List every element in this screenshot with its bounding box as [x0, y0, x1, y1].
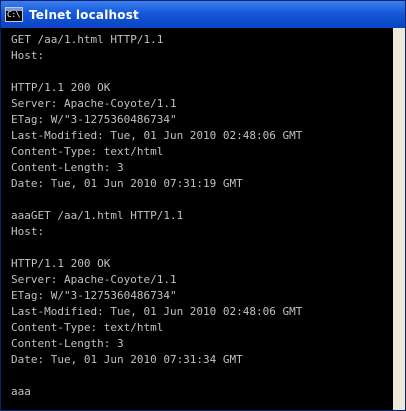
console-line: ETag: W/"3-1275360486734"	[11, 289, 177, 302]
console-line: Server: Apache-Coyote/1.1	[11, 273, 177, 286]
console-icon-label: C:\	[7, 10, 20, 19]
console-line: Last-Modified: Tue, 01 Jun 2010 02:48:06…	[11, 305, 303, 318]
console-line: Date: Tue, 01 Jun 2010 07:31:19 GMT	[11, 177, 243, 190]
console-line: Date: Tue, 01 Jun 2010 07:31:34 GMT	[11, 353, 243, 366]
console-line: aaa	[11, 385, 31, 398]
console-line: HTTP/1.1 200 OK	[11, 257, 111, 270]
console-line: Content-Length: 3	[11, 337, 124, 350]
console-line: aaaGET /aa/1.html HTTP/1.1	[11, 209, 184, 222]
window-title: Telnet localhost	[29, 7, 139, 22]
console-window-icon[interactable]: C:\	[5, 7, 23, 22]
vertical-scrollbar[interactable]	[393, 28, 405, 410]
console-line: HTTP/1.1 200 OK	[11, 81, 111, 94]
console-line: GET /aa/1.html HTTP/1.1	[11, 33, 164, 46]
console-line: Server: Apache-Coyote/1.1	[11, 97, 177, 110]
console-line: Host:	[11, 225, 45, 238]
console-line: Last-Modified: Tue, 01 Jun 2010 02:48:06…	[11, 129, 303, 142]
console-line: Host:	[11, 49, 45, 62]
console-line: Content-Type: text/html	[11, 145, 164, 158]
console-line: Content-Type: text/html	[11, 321, 164, 334]
console-line: Content-Length: 3	[11, 161, 124, 174]
console-output[interactable]: GET /aa/1.html HTTP/1.1 Host: HTTP/1.1 2…	[1, 28, 393, 410]
console-line: ETag: W/"3-1275360486734"	[11, 113, 177, 126]
telnet-window: C:\ Telnet localhost GET /aa/1.html HTTP…	[0, 0, 406, 411]
title-bar[interactable]: C:\ Telnet localhost	[1, 1, 405, 28]
